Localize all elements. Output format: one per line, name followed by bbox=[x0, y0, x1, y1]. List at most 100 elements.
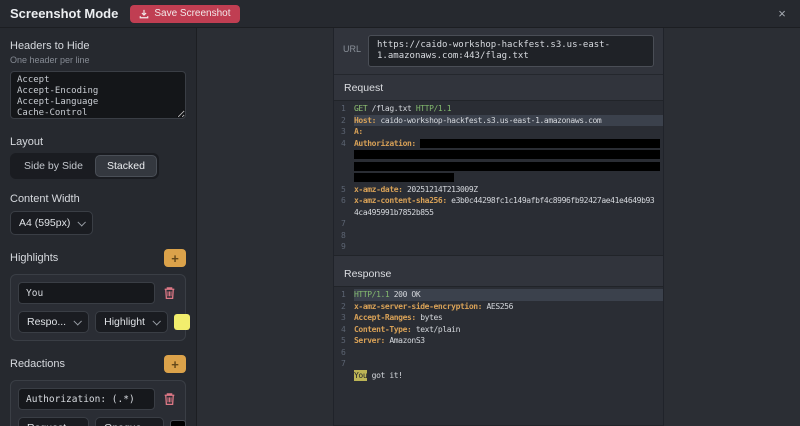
highlight-mode-select[interactable]: Highlight bbox=[95, 311, 168, 333]
code-line: 7 bbox=[334, 218, 663, 230]
layout-option-stacked[interactable]: Stacked bbox=[95, 155, 157, 177]
code-token-key: A: bbox=[354, 126, 363, 138]
response-section-title: Response bbox=[334, 261, 663, 286]
code-token-plain: got it! bbox=[367, 370, 402, 382]
redaction-scope-value: Request bbox=[27, 422, 66, 426]
code-line: 8 bbox=[334, 230, 663, 242]
line-number: 2 bbox=[334, 301, 354, 313]
code-line: 3A: bbox=[334, 126, 663, 138]
top-bar: Screenshot Mode Save Screenshot × bbox=[0, 0, 800, 28]
code-token-key: x-amz-date: bbox=[354, 184, 403, 196]
code-token-key: Authorization: bbox=[354, 138, 416, 150]
highlight-rule-card: Respo... Highlight bbox=[10, 274, 186, 341]
code-token-plain: AES256 bbox=[482, 301, 513, 313]
code-line: 6x-amz-content-sha256: e3b0c44298fc1c149… bbox=[334, 195, 663, 207]
layout-option-side-by-side[interactable]: Side by Side bbox=[12, 155, 95, 177]
layout-label: Layout bbox=[10, 136, 186, 148]
code-token-plain: AmazonS3 bbox=[385, 335, 425, 347]
request-code-editor: 1GET /flag.txt HTTP/1.12Host: caido-work… bbox=[334, 100, 663, 256]
settings-sidebar: Headers to Hide One header per line Acce… bbox=[0, 28, 197, 426]
code-line bbox=[334, 172, 663, 184]
redactions-section: Redactions + Request bbox=[10, 355, 186, 426]
redaction-bar bbox=[354, 150, 660, 159]
code-token-key: Content-Type: bbox=[354, 324, 411, 336]
line-number: 8 bbox=[334, 230, 354, 242]
code-line: 5Server: AmazonS3 bbox=[334, 335, 663, 347]
layout-section: Layout Side by Side Stacked bbox=[10, 136, 186, 179]
line-number: 4 bbox=[334, 324, 354, 336]
code-token-proto: HTTP/1.1 bbox=[354, 289, 394, 301]
code-line: 3Accept-Ranges: bytes bbox=[334, 312, 663, 324]
headers-to-hide-textarea[interactable]: Accept Accept-Encoding Accept-Language C… bbox=[10, 71, 186, 119]
redaction-mode-select[interactable]: Opaque bbox=[95, 417, 164, 426]
chevron-down-icon bbox=[152, 317, 160, 325]
content-width-label: Content Width bbox=[10, 193, 186, 205]
delete-highlight-button[interactable] bbox=[161, 286, 178, 300]
redaction-pattern-input[interactable] bbox=[18, 388, 155, 410]
code-token-plain: caido-workshop-hackfest.s3.us-east-1.ama… bbox=[376, 115, 601, 127]
url-label: URL bbox=[343, 35, 361, 54]
line-number: 3 bbox=[334, 312, 354, 324]
highlight-color-swatch[interactable] bbox=[174, 314, 190, 330]
code-token-key: x-amz-content-sha256: bbox=[354, 195, 447, 207]
code-token-key: Host: bbox=[354, 115, 376, 127]
screenshot-mode-app: Screenshot Mode Save Screenshot × Header… bbox=[0, 0, 800, 426]
code-line: 4ca495991b7852b855 bbox=[334, 207, 663, 219]
delete-redaction-button[interactable] bbox=[161, 392, 178, 406]
line-number: 7 bbox=[334, 218, 354, 230]
code-token-key: x-amz-server-side-encryption: bbox=[354, 301, 482, 313]
code-line: 2x-amz-server-side-encryption: AES256 bbox=[334, 301, 663, 313]
screenshot-preview-panel: URL https://caido-workshop-hackfest.s3.u… bbox=[333, 28, 664, 426]
redaction-scope-select[interactable]: Request bbox=[18, 417, 89, 426]
code-line: 9 bbox=[334, 241, 663, 253]
page-title: Screenshot Mode bbox=[10, 6, 118, 21]
highlights-section: Highlights + Respo... bbox=[10, 249, 186, 341]
save-screenshot-button[interactable]: Save Screenshot bbox=[130, 5, 239, 23]
line-number: 1 bbox=[334, 103, 354, 115]
trash-icon bbox=[163, 392, 176, 406]
line-number: 6 bbox=[334, 347, 354, 359]
code-token-method: GET bbox=[354, 103, 372, 115]
content-width-select[interactable]: A4 (595px) bbox=[10, 211, 93, 235]
code-line: 4Authorization: bbox=[334, 138, 663, 150]
headers-to-hide-label: Headers to Hide bbox=[10, 40, 186, 52]
redaction-bar bbox=[354, 173, 454, 182]
line-number: 6 bbox=[334, 195, 354, 207]
line-number: 3 bbox=[334, 126, 354, 138]
close-icon[interactable]: × bbox=[774, 6, 790, 22]
redaction-bar bbox=[354, 162, 660, 171]
code-token-plain: /flag.txt bbox=[372, 103, 416, 115]
code-line: 6 bbox=[334, 347, 663, 359]
line-number: 7 bbox=[334, 358, 354, 370]
redaction-color-swatch[interactable] bbox=[170, 420, 186, 426]
redaction-mode-value: Opaque bbox=[104, 422, 141, 426]
content-width-section: Content Width A4 (595px) bbox=[10, 193, 186, 235]
highlight-scope-select[interactable]: Respo... bbox=[18, 311, 89, 333]
line-number: 2 bbox=[334, 115, 354, 127]
code-token-plain: 200 OK bbox=[394, 289, 421, 301]
chevron-down-icon bbox=[74, 317, 82, 325]
highlight-mode-value: Highlight bbox=[104, 316, 145, 328]
content-width-value: A4 (595px) bbox=[19, 217, 70, 229]
line-number: 4 bbox=[334, 138, 354, 150]
highlight-scope-value: Respo... bbox=[27, 316, 66, 328]
download-icon bbox=[139, 9, 149, 19]
add-highlight-button[interactable]: + bbox=[164, 249, 186, 267]
headers-to-hide-section: Headers to Hide One header per line Acce… bbox=[10, 40, 186, 122]
line-number: 9 bbox=[334, 241, 354, 253]
response-code-editor: 1HTTP/1.1 200 OK2x-amz-server-side-encry… bbox=[334, 286, 663, 426]
headers-to-hide-hint: One header per line bbox=[10, 55, 186, 65]
add-redaction-button[interactable]: + bbox=[164, 355, 186, 373]
line-number: 1 bbox=[334, 289, 354, 301]
code-token-plain: bytes bbox=[416, 312, 443, 324]
code-token-plain: 4ca495991b7852b855 bbox=[354, 207, 434, 219]
code-token-mark: You bbox=[354, 370, 367, 382]
save-screenshot-label: Save Screenshot bbox=[154, 8, 230, 19]
code-token-key: Accept-Ranges: bbox=[354, 312, 416, 324]
highlights-label: Highlights bbox=[10, 252, 58, 264]
redaction-bar bbox=[420, 139, 660, 148]
highlight-pattern-input[interactable] bbox=[18, 282, 155, 304]
line-number: 5 bbox=[334, 184, 354, 196]
request-section-title: Request bbox=[334, 74, 663, 100]
code-line: 7 bbox=[334, 358, 663, 370]
